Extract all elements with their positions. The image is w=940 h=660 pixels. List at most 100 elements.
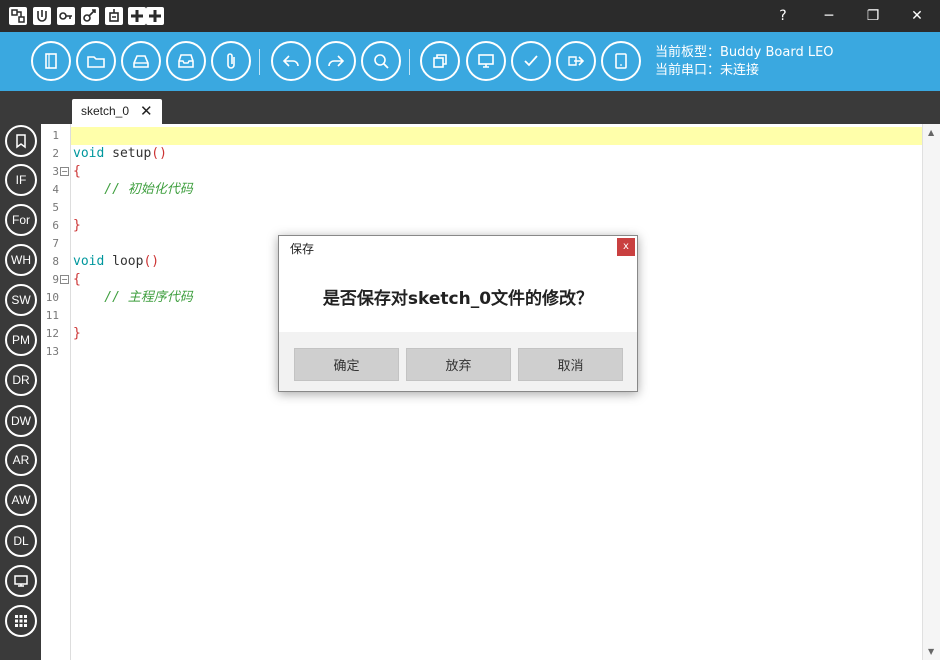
sidebar-item-if[interactable]: IF [5, 164, 37, 196]
toolbar-separator [259, 49, 260, 75]
search-icon [374, 54, 389, 69]
dialog-body: 是否保存对sketch_0文件的修改？ [279, 258, 637, 332]
redo-icon [328, 55, 345, 67]
copy-icon [433, 54, 447, 68]
serial-port-label: 当前串口：未连接 [655, 63, 760, 78]
line-number: 7 [52, 237, 59, 250]
sidebar-item-switch[interactable]: SW [5, 284, 37, 316]
dialog-title: 保存 [290, 242, 315, 256]
minimize-button[interactable]: ─ [806, 0, 852, 32]
open-folder-button[interactable] [76, 41, 116, 81]
save-as-button[interactable] [166, 41, 206, 81]
code-text: void setup() [73, 146, 167, 161]
tab-label: sketch_0 [81, 104, 130, 118]
board-type-label: 当前板型：Buddy Board LEO [655, 45, 834, 60]
paperclip-icon [227, 53, 235, 69]
upload-arrow-icon [568, 56, 585, 66]
parens: () [143, 254, 160, 269]
undo-icon [282, 55, 299, 67]
block-logo-icon[interactable] [9, 7, 27, 25]
open-brace: { [73, 272, 81, 287]
line-number: 1 [52, 129, 59, 142]
sidebar-item-while[interactable]: WH [5, 244, 37, 276]
sidebar-item-digital-write[interactable]: DW [5, 405, 37, 437]
close-brace: } [73, 326, 81, 341]
code-text: void loop() [73, 254, 160, 269]
attach-button[interactable] [211, 41, 251, 81]
board-select-button[interactable] [601, 41, 641, 81]
code-editor[interactable]: 1 2 3 4 5 6 7 8 9 10 11 12 13 − − void s… [41, 124, 940, 660]
code-line: void setup() [41, 145, 922, 163]
open-brace: { [73, 164, 81, 179]
help-button[interactable]: ? [760, 0, 806, 32]
verify-button[interactable] [511, 41, 551, 81]
upload-button[interactable] [556, 41, 596, 81]
sidebar-item-pinmode[interactable]: PM [5, 324, 37, 356]
close-window-button[interactable]: ✕ [894, 0, 940, 32]
code-block-sidebar: IF For WH SW PM DR DW AR AW DL [0, 91, 41, 660]
board-info: 当前板型：Buddy Board LEO 当前串口：未连接 [655, 44, 834, 80]
restore-button[interactable]: ❐ [850, 0, 896, 32]
save-dialog: 保存 x 是否保存对sketch_0文件的修改？ 确定 放弃 取消 [278, 235, 638, 392]
comment-text: // 初始化代码 [73, 182, 193, 197]
sidebar-item-analog-write[interactable]: AW [5, 484, 37, 516]
cancel-button[interactable]: 取消 [518, 348, 623, 381]
sensor-block-icon[interactable] [33, 7, 51, 25]
inbox-icon [178, 54, 194, 68]
sidebar-item-bookmark[interactable] [5, 125, 37, 157]
dialog-message: 是否保存对sketch_0文件的修改？ [322, 289, 594, 309]
robot-block-icon[interactable] [105, 7, 123, 25]
drive-icon [133, 55, 149, 68]
search-button[interactable] [361, 41, 401, 81]
vertical-scrollbar[interactable]: ▲ ▼ [922, 124, 940, 660]
undo-button[interactable] [271, 41, 311, 81]
sidebar-item-analog-read[interactable]: AR [5, 444, 37, 476]
folder-icon [87, 56, 105, 68]
confirm-button[interactable]: 确定 [294, 348, 399, 381]
sidebar-item-delay[interactable]: DL [5, 525, 37, 557]
copy-button[interactable] [420, 41, 460, 81]
line-number: 5 [52, 201, 59, 214]
line-number: 13 [45, 345, 59, 358]
sidebar-item-digital-read[interactable]: DR [5, 364, 37, 396]
close-brace: } [73, 218, 81, 233]
link-block-icon[interactable] [81, 7, 99, 25]
code-line: } [41, 217, 922, 235]
redo-button[interactable] [316, 41, 356, 81]
line-number: 11 [45, 309, 59, 322]
monitor-icon [14, 575, 28, 587]
parens: () [151, 146, 167, 161]
key-block-icon[interactable] [57, 7, 75, 25]
monitor-icon [478, 54, 494, 68]
sidebar-item-for[interactable]: For [5, 204, 37, 236]
bookmark-icon [16, 134, 26, 149]
scroll-up-icon[interactable]: ▲ [928, 128, 934, 137]
plus-icon[interactable] [128, 7, 146, 25]
new-file-button[interactable] [31, 41, 71, 81]
current-line-highlight [71, 127, 922, 145]
code-line: // 初始化代码 [41, 181, 922, 199]
title-bar: ? ─ ❐ ✕ [0, 0, 940, 32]
checkmark-icon [524, 55, 538, 67]
dialog-close-button[interactable]: x [617, 238, 635, 256]
comment-text: // 主程序代码 [73, 290, 193, 305]
tab-close-icon[interactable]: ✕ [140, 102, 153, 120]
main-toolbar: 当前板型：Buddy Board LEO 当前串口：未连接 [0, 32, 940, 91]
discard-button[interactable]: 放弃 [406, 348, 511, 381]
plus-icon[interactable] [146, 7, 164, 25]
scroll-down-icon[interactable]: ▼ [928, 647, 934, 656]
sidebar-item-more[interactable] [5, 605, 37, 637]
sidebar-item-monitor[interactable] [5, 565, 37, 597]
save-button[interactable] [121, 41, 161, 81]
dialog-title-bar: 保存 x [279, 236, 637, 258]
keyword-void: void [73, 254, 105, 269]
app-window: ? ─ ❐ ✕ 当前板型：Buddy Board LEO 当前串口：未连接 IF… [0, 0, 940, 660]
new-file-icon [45, 53, 57, 69]
tab-sketch-0[interactable]: sketch_0 ✕ [72, 99, 162, 124]
tablet-icon [615, 53, 627, 69]
code-line: { [41, 163, 922, 181]
serial-monitor-button[interactable] [466, 41, 506, 81]
keyword-void: void [73, 146, 105, 161]
toolbar-separator [409, 49, 410, 75]
grid-icon [15, 615, 27, 627]
